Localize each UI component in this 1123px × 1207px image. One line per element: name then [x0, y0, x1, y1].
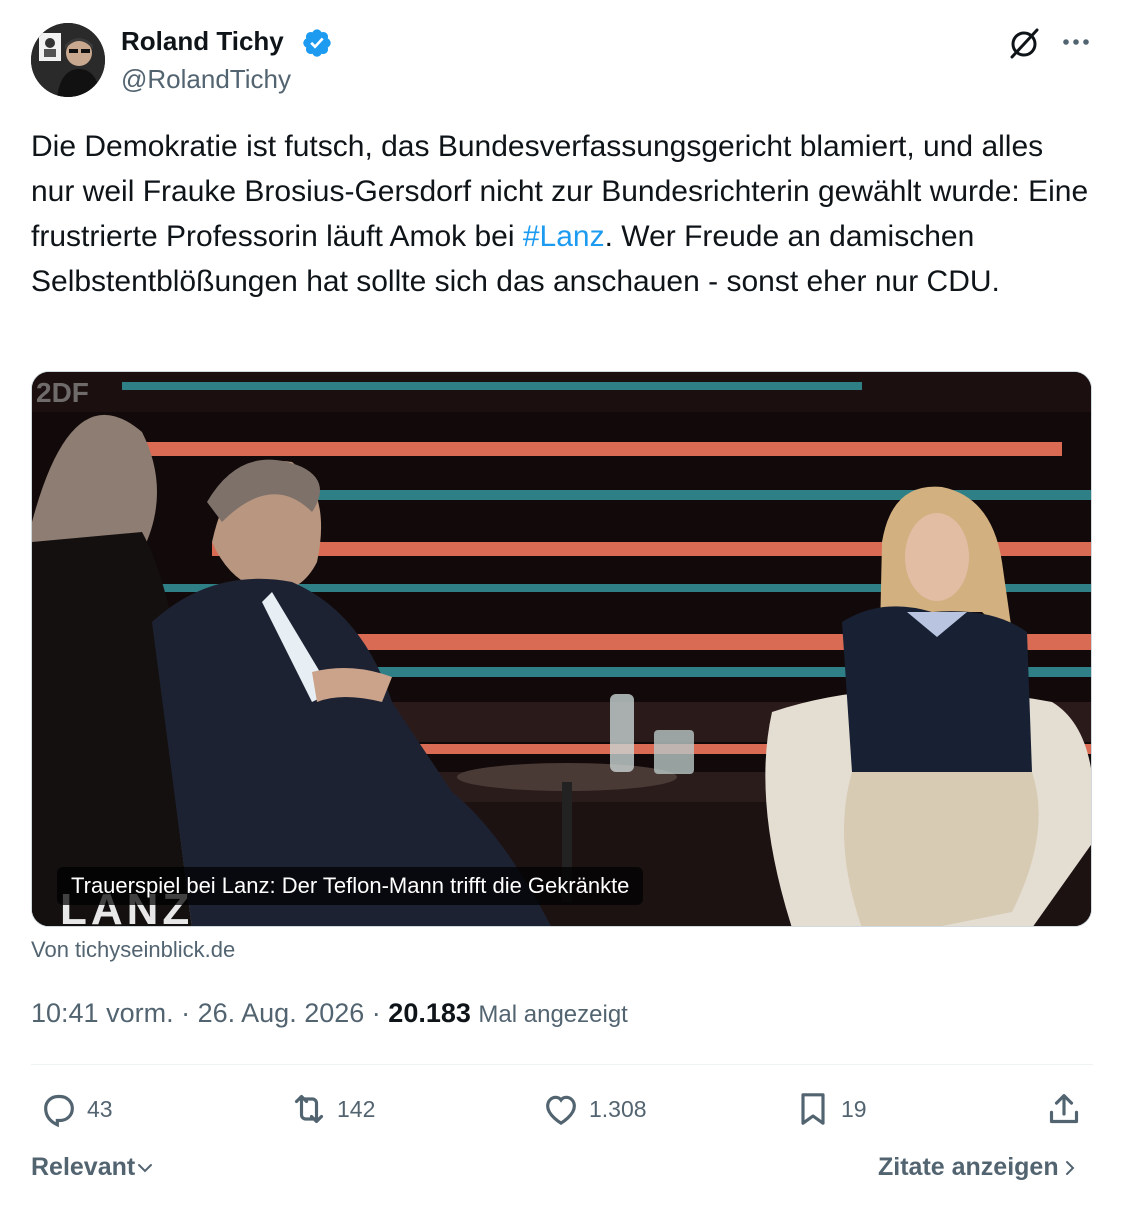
hashtag-link[interactable]: #Lanz [523, 220, 605, 253]
like-count: 1.308 [589, 1095, 647, 1122]
share-button[interactable] [1044, 1087, 1092, 1131]
media-source[interactable]: Von tichyseinblick.de [31, 937, 235, 963]
grok-icon[interactable] [1006, 25, 1042, 61]
reply-count: 43 [87, 1095, 113, 1122]
views-count: 20.183 [388, 998, 471, 1028]
bookmark-icon [801, 1093, 825, 1125]
bookmark-count: 19 [841, 1095, 867, 1122]
tweet-time[interactable]: 10:41 vorm. [31, 998, 174, 1028]
author-name[interactable]: Roland Tichy [121, 26, 284, 57]
tweet-date[interactable]: 26. Aug. 2026 [198, 998, 365, 1028]
reply-button[interactable]: 43 [39, 1087, 113, 1131]
more-icon[interactable] [1058, 24, 1094, 60]
divider [31, 1064, 1093, 1065]
share-icon [1049, 1094, 1079, 1124]
like-icon [546, 1095, 576, 1126]
channel-logo: 2DF [36, 377, 89, 408]
author-handle[interactable]: @RolandTichy [121, 64, 291, 95]
sort-dropdown[interactable]: Relevant [31, 1153, 155, 1182]
author-avatar[interactable] [31, 23, 105, 97]
meta-separator: · [181, 998, 191, 1028]
quotes-label: Zitate anzeigen [878, 1153, 1059, 1181]
talkshow-scene-image: 2DF LANZ [32, 372, 1091, 926]
tweet-text: Die Demokratie ist futsch, das Bundesver… [31, 124, 1093, 304]
reply-icon [44, 1094, 74, 1128]
view-quotes-link[interactable]: Zitate anzeigen [878, 1153, 1079, 1182]
media-preview[interactable]: 2DF LANZ [31, 371, 1092, 927]
sort-label: Relevant [31, 1153, 136, 1181]
repost-icon [294, 1094, 324, 1124]
chevron-right-icon [1065, 1160, 1075, 1175]
bookmark-button[interactable]: 19 [793, 1087, 867, 1131]
meta-separator-2: · [371, 998, 381, 1028]
verified-badge-icon [303, 29, 331, 57]
tweet-meta: 10:41 vorm. · 26. Aug. 2026 · 20.183 Mal… [31, 998, 628, 1029]
views-label: Mal angezeigt [478, 1001, 628, 1028]
like-button[interactable]: 1.308 [541, 1087, 647, 1131]
media-caption: Trauerspiel bei Lanz: Der Teflon-Mann tr… [57, 867, 644, 905]
repost-count: 142 [337, 1095, 376, 1122]
repost-button[interactable]: 142 [289, 1087, 375, 1131]
chevron-down-icon [138, 1163, 153, 1172]
